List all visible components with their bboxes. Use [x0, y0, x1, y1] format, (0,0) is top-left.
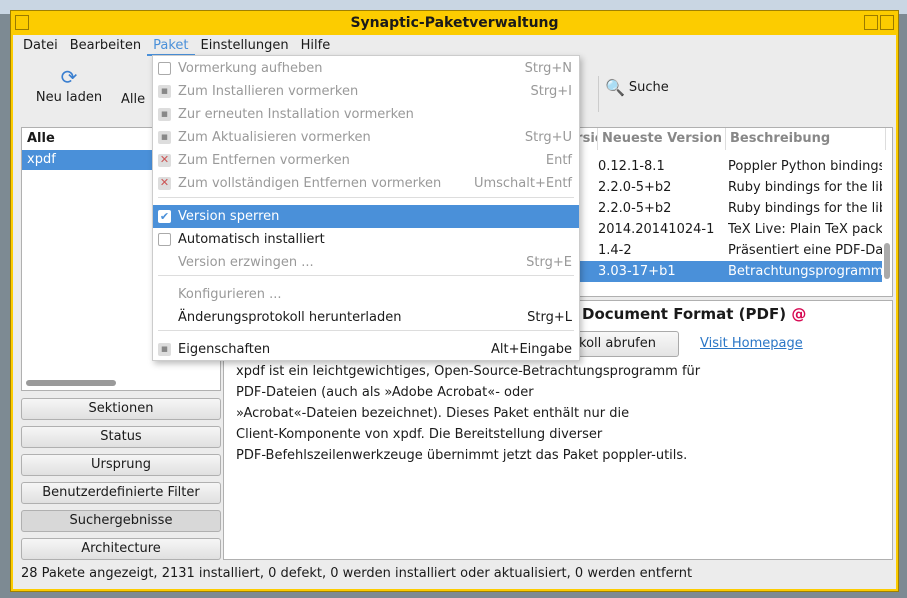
checkbox-checked-icon: ✔ — [158, 210, 171, 223]
search-button[interactable]: 🔍 Suche — [605, 78, 669, 97]
menu-item-label: Zum Entfernen vormerken — [178, 153, 350, 168]
desc-line: PDF-Dateien (auch als »Adobe Acrobat«- o… — [236, 385, 534, 400]
minimize-button[interactable] — [864, 15, 878, 30]
package-action-icon: ▪ — [158, 131, 171, 144]
desc-line: xpdf ist ein leichtgewichtiges, Open-Sou… — [236, 364, 700, 379]
mark-all-label: Alle — [121, 92, 145, 107]
column-description[interactable]: Beschreibung — [726, 128, 886, 150]
maximize-button[interactable] — [880, 15, 894, 30]
package-action-icon: ✕ — [158, 154, 171, 167]
latest-version-cell: 2.2.0-5+b2 — [598, 177, 726, 198]
column-latest-version[interactable]: Neueste Version — [598, 128, 726, 150]
menu-item-label: Eigenschaften — [178, 342, 270, 357]
menu-item-shortcut: Alt+Eingabe — [491, 338, 572, 361]
latest-version-cell: 2.2.0-5+b2 — [598, 198, 726, 219]
desc-line: PDF-Befehlszeilenwerkzeuge übernimmt jet… — [236, 448, 687, 463]
menu-item-version-erzwingen[interactable]: Version erzwingen ... Strg+E — [153, 251, 579, 274]
desc-line: »Acrobat«-Dateien bezeichnet). Dieses Pa… — [236, 406, 629, 421]
menu-item-shortcut: Strg+U — [525, 126, 572, 149]
description-cell: TeX Live: Plain TeX pack — [728, 219, 882, 240]
menu-item-zum-installieren-vormerken[interactable]: ▪ Zum Installieren vormerken Strg+I — [153, 80, 579, 103]
menu-datei[interactable]: Datei — [17, 35, 64, 56]
search-results-button[interactable]: Suchergebnisse — [21, 510, 221, 532]
description-cell: Betrachtungsprogramm — [728, 261, 882, 282]
menu-item-label: Zum Aktualisieren vormerken — [178, 130, 371, 145]
menu-item-konfigurieren[interactable]: Konfigurieren ... — [153, 283, 579, 306]
search-icon: 🔍 — [605, 78, 625, 97]
search-label: Suche — [629, 80, 669, 95]
description-cell: Ruby bindings for the lib — [728, 198, 882, 219]
menu-bar: Datei Bearbeiten Paket Einstellungen Hil… — [13, 35, 896, 56]
horizontal-scrollbar[interactable] — [26, 380, 116, 386]
visit-homepage-link[interactable]: Visit Homepage — [700, 336, 803, 351]
menu-item-shortcut: Strg+E — [526, 251, 572, 274]
menu-separator — [158, 330, 574, 331]
desc-line: Client-Komponente von xpdf. Die Bereitst… — [236, 427, 602, 442]
menu-hilfe[interactable]: Hilfe — [295, 35, 337, 56]
package-description: xpdf ist ein leichtgewichtiges, Open-Sou… — [236, 361, 756, 466]
menu-einstellungen[interactable]: Einstellungen — [195, 35, 295, 56]
package-action-icon: ▪ — [158, 108, 171, 121]
menu-item-eigenschaften[interactable]: ▪ Eigenschaften Alt+Eingabe — [153, 338, 579, 361]
menu-item-zum-entfernen-vormerken[interactable]: ✕ Zum Entfernen vormerken Entf — [153, 149, 579, 172]
menu-item-änderungsprotokoll-herunterladen[interactable]: Änderungsprotokoll herunterladen Strg+L — [153, 306, 579, 329]
package-title-text: Document Format (PDF) — [582, 305, 786, 323]
description-cell: Präsentiert eine PDF-Da — [728, 240, 882, 261]
get-changelog-button[interactable]: koll abrufen — [564, 331, 679, 357]
menu-item-zum-vollständigen-entfernen-vormerken[interactable]: ✕ Zum vollständigen Entfernen vormerken Um… — [153, 172, 579, 195]
menu-item-shortcut: Entf — [546, 149, 572, 172]
custom-filters-button[interactable]: Benutzerdefinierte Filter — [21, 482, 221, 504]
package-action-icon: ▪ — [158, 343, 171, 356]
menu-item-label: Konfigurieren ... — [178, 287, 282, 302]
toolbar-separator — [598, 76, 599, 112]
paket-menu: Vormerkung aufheben Strg+N ▪ Zum Installier… — [152, 55, 580, 361]
menu-item-vormerkung-aufheben[interactable]: Vormerkung aufheben Strg+N — [153, 57, 579, 80]
status-bar: 28 Pakete angezeigt, 2131 installiert, 0… — [21, 564, 692, 584]
reload-label: Neu laden — [35, 90, 103, 105]
menu-separator — [158, 197, 574, 198]
origin-button[interactable]: Ursprung — [21, 454, 221, 476]
menu-item-label: Version sperren — [178, 209, 279, 224]
menu-bearbeiten[interactable]: Bearbeiten — [64, 35, 147, 56]
reload-icon: ⟳ — [35, 66, 103, 88]
vertical-scrollbar[interactable] — [884, 243, 890, 279]
menu-item-version-sperren[interactable]: ✔ Version sperren — [153, 205, 579, 228]
package-action-icon: ▪ — [158, 85, 171, 98]
menu-item-label: Vormerkung aufheben — [178, 61, 322, 76]
menu-item-label: Version erzwingen ... — [178, 255, 314, 270]
sections-button[interactable]: Sektionen — [21, 398, 221, 420]
menu-item-label: Zum vollständigen Entfernen vormerken — [178, 176, 441, 191]
latest-version-cell: 3.03-17+b1 — [598, 261, 726, 282]
menu-item-shortcut: Strg+N — [525, 57, 572, 80]
checkbox-icon — [158, 62, 171, 75]
package-action-icon: ✕ — [158, 177, 171, 190]
menu-item-label: Änderungsprotokoll herunterladen — [178, 310, 402, 325]
menu-item-shortcut: Umschalt+Entf — [474, 172, 572, 195]
window-title: Synaptic-Paketverwaltung — [350, 15, 558, 31]
latest-version-cell: 1.4-2 — [598, 240, 726, 261]
latest-version-cell: 2014.20141024-1 — [598, 219, 726, 240]
menu-paket[interactable]: Paket — [147, 35, 194, 56]
description-cell: Ruby bindings for the lib — [728, 177, 882, 198]
debian-logo-icon: @ — [791, 305, 806, 323]
architecture-button[interactable]: Architecture — [21, 538, 221, 560]
window-menu-button[interactable] — [15, 15, 29, 30]
title-bar[interactable]: Synaptic-Paketverwaltung — [11, 11, 898, 35]
checkbox-icon — [158, 233, 171, 246]
menu-item-shortcut: Strg+L — [527, 306, 572, 329]
menu-item-zum-aktualisieren-vormerken[interactable]: ▪ Zum Aktualisieren vormerken Strg+U — [153, 126, 579, 149]
menu-separator — [158, 275, 574, 276]
package-title: Document Format (PDF) @ — [582, 305, 806, 323]
menu-item-label: Automatisch installiert — [178, 232, 325, 247]
status-button[interactable]: Status — [21, 426, 221, 448]
menu-item-shortcut: Strg+I — [531, 80, 572, 103]
menu-item-zur-erneuten-installation-vormerken[interactable]: ▪ Zur erneuten Installation vormerken — [153, 103, 579, 126]
mark-all-upgrades-button[interactable]: Alle — [121, 92, 145, 107]
description-cell: Poppler Python bindings — [728, 156, 882, 177]
menu-item-label: Zur erneuten Installation vormerken — [178, 107, 414, 122]
menu-item-label: Zum Installieren vormerken — [178, 84, 358, 99]
latest-version-cell: 0.12.1-8.1 — [598, 156, 726, 177]
menu-item-automatisch-installiert[interactable]: Automatisch installiert — [153, 228, 579, 251]
reload-button[interactable]: ⟳ Neu laden — [35, 66, 103, 105]
